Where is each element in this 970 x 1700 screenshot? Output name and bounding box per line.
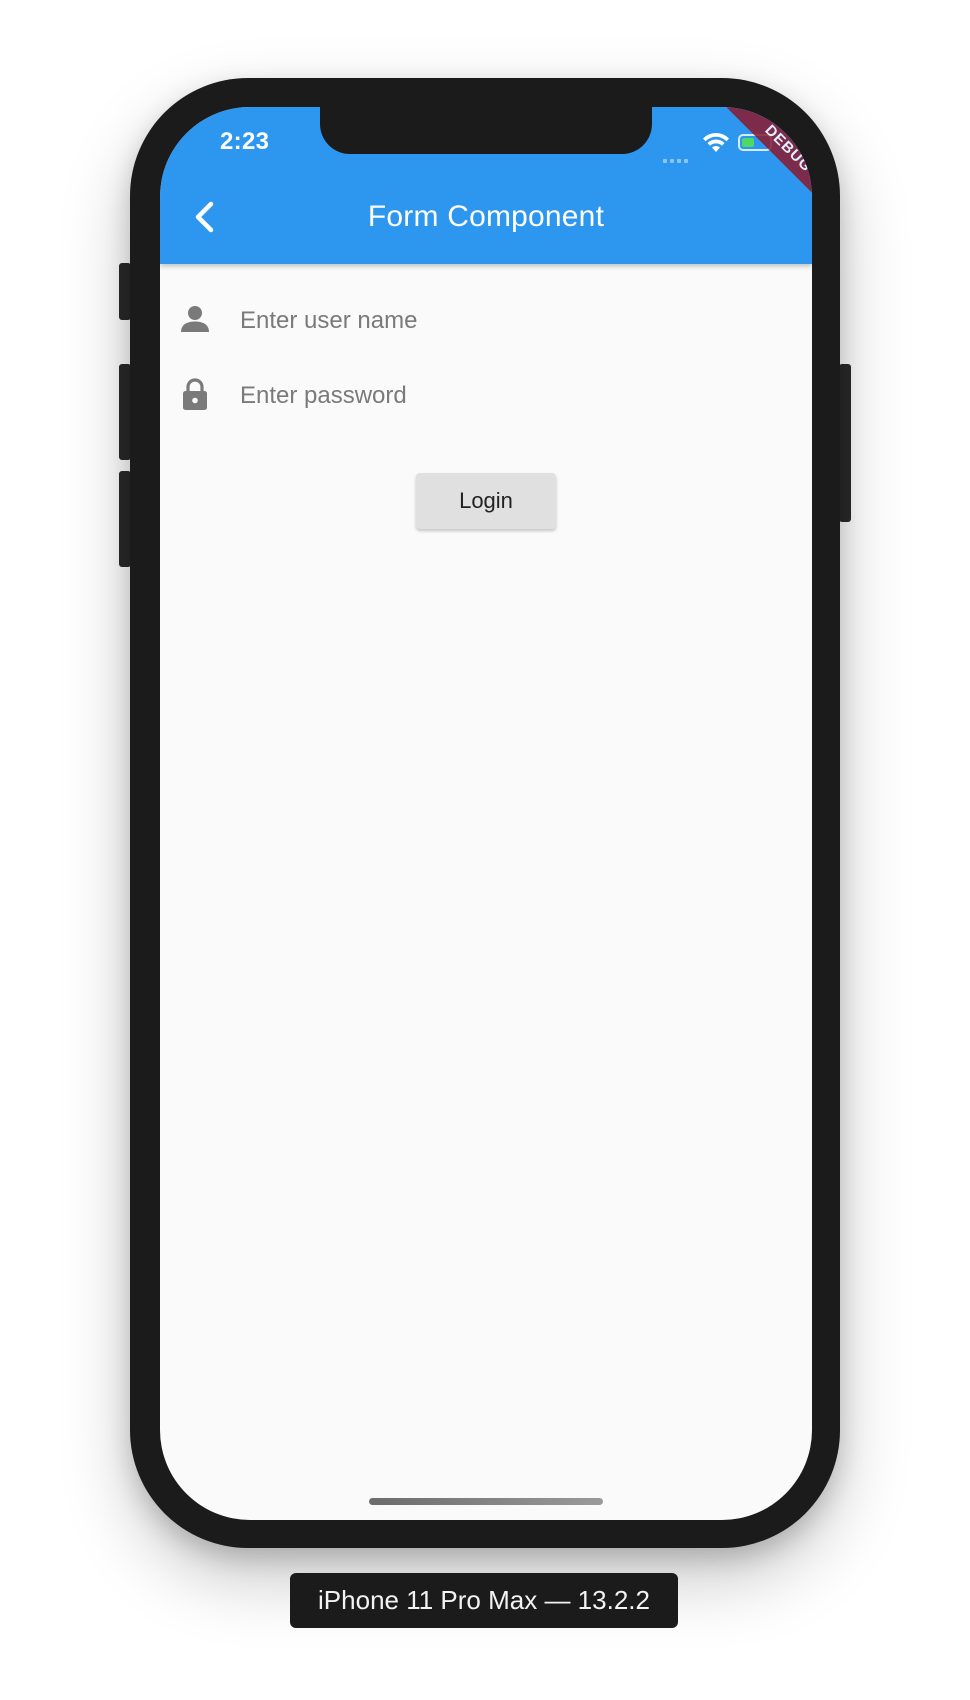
notch [320, 107, 652, 154]
status-time: 2:23 [220, 128, 270, 155]
home-indicator[interactable] [369, 1498, 603, 1505]
cellular-signal-icon [663, 145, 693, 163]
phone-screen: 2:23 DEBUG Form Component Enter user nam… [160, 107, 812, 1520]
app-bar: 2:23 DEBUG Form Component [160, 107, 812, 264]
wifi-icon [703, 132, 729, 152]
simulator-stage: 2:23 DEBUG Form Component Enter user nam… [0, 0, 970, 1700]
device-label: iPhone 11 Pro Max — 13.2.2 [290, 1573, 678, 1628]
password-row [178, 367, 798, 423]
person-icon [181, 306, 209, 332]
lock-icon [183, 378, 207, 410]
password-input[interactable] [238, 373, 782, 419]
power-button [839, 364, 851, 522]
login-button[interactable]: Login [416, 473, 556, 529]
page-title: Form Component [367, 200, 605, 233]
username-input[interactable] [238, 298, 782, 344]
username-row [178, 292, 798, 348]
